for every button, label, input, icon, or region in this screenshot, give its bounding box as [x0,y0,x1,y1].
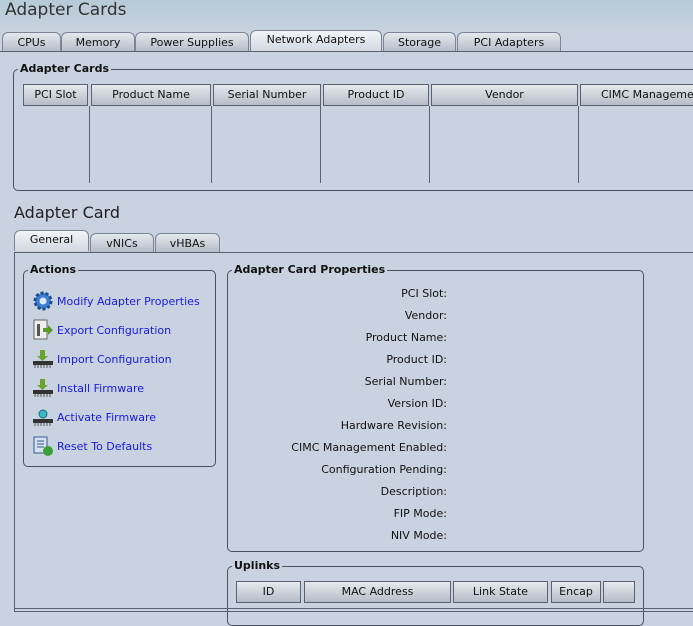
property-label: Serial Number: [364,375,447,388]
adapter-cards-legend: Adapter Cards [18,62,111,75]
action-label: Install Firmware [57,381,145,395]
tab-divider [0,51,693,52]
modify-adapter-properties-link[interactable]: Modify Adapter Properties [32,290,200,312]
action-label: Import Configuration [57,352,172,366]
tab-power-supplies[interactable]: Power Supplies [135,32,249,51]
col-product-id[interactable]: Product ID [323,84,429,106]
col-pci-slot[interactable]: PCI Slot [23,84,88,106]
export-icon [33,319,53,340]
property-label: Description: [380,485,447,498]
properties-legend: Adapter Card Properties [232,263,388,276]
import-icon [33,350,53,368]
property-label: FIP Mode: [393,507,447,520]
activate-firmware-icon [33,409,53,426]
col-cimc-management[interactable]: CIMC Management Enabled [580,84,693,106]
action-label: Export Configuration [57,323,172,337]
property-label: Version ID: [387,397,447,410]
uplinks-col-extra[interactable] [603,581,635,603]
action-label: Modify Adapter Properties [57,294,200,308]
tab-cpus[interactable]: CPUs [2,32,61,51]
property-label: Product ID: [386,353,447,366]
uplinks-col-id[interactable]: ID [236,581,301,603]
uplinks-col-link-state[interactable]: Link State [453,581,548,603]
uplinks-col-mac-address[interactable]: MAC Address [304,581,451,603]
property-label: Hardware Revision: [340,419,447,432]
activate-firmware-link[interactable]: Activate Firmware [32,406,156,428]
col-divider [429,106,430,183]
panel-bottom-border [14,608,693,609]
tab-storage[interactable]: Storage [383,32,456,51]
col-divider [211,106,212,183]
col-divider [578,106,579,183]
property-label: Product Name: [365,331,447,344]
col-divider [320,106,321,183]
col-vendor[interactable]: Vendor [431,84,578,106]
install-firmware-icon [33,379,53,397]
tab-general[interactable]: General [14,230,89,251]
uplinks-col-encap[interactable]: Encap [551,581,601,603]
property-label: Vendor: [404,309,447,322]
reset-to-defaults-link[interactable]: Reset To Defaults [32,435,152,457]
col-divider [89,106,90,183]
adapter-card-title: Adapter Card [14,203,120,222]
actions-fieldset: Actions Modify Adapter Properties Export… [23,263,216,467]
property-label: Configuration Pending: [321,463,447,476]
tab-network-adapters[interactable]: Network Adapters [250,30,382,51]
action-label: Reset To Defaults [57,439,153,453]
action-label: Activate Firmware [57,410,156,424]
actions-legend: Actions [28,263,78,276]
col-serial-number[interactable]: Serial Number [213,84,321,106]
tab-vnics[interactable]: vNICs [90,233,154,252]
install-firmware-link[interactable]: Install Firmware [32,377,144,399]
export-configuration-link[interactable]: Export Configuration [32,319,171,341]
reset-icon [33,436,53,456]
property-label: NIV Mode: [390,529,447,542]
col-product-name[interactable]: Product Name [91,84,211,106]
import-configuration-link[interactable]: Import Configuration [32,348,172,370]
uplinks-legend: Uplinks [232,559,283,572]
property-label: PCI Slot: [401,287,447,300]
gear-icon [33,291,53,311]
tab-pci-adapters[interactable]: PCI Adapters [457,32,561,51]
page-title: Adapter Cards [5,0,127,20]
property-label: CIMC Management Enabled: [291,441,447,454]
tab-memory[interactable]: Memory [61,32,135,51]
tab-vhbas[interactable]: vHBAs [155,233,220,252]
